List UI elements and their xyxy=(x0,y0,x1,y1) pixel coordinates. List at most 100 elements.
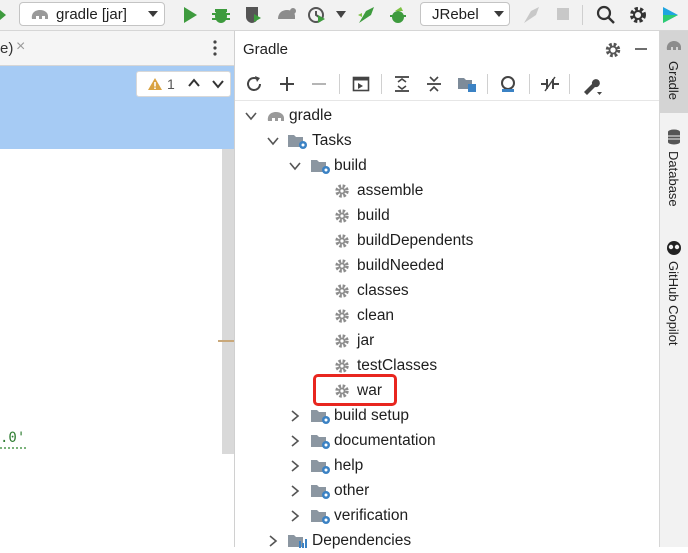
task-war[interactable]: war xyxy=(235,378,655,403)
run-configuration-dropdown[interactable]: gradle [jar] xyxy=(19,2,165,26)
editor-scrollbar[interactable] xyxy=(222,149,234,454)
debug-icon[interactable] xyxy=(211,5,231,25)
add-icon[interactable] xyxy=(278,75,296,93)
tree-node-label: other xyxy=(334,482,370,499)
run-with-profiler-icon[interactable] xyxy=(307,5,327,25)
editor-area[interactable]: e) × 1 .0' xyxy=(0,31,235,547)
analyze-dependencies-icon[interactable] xyxy=(499,75,519,93)
task-build-needed[interactable]: buildNeeded xyxy=(235,253,655,278)
remove-icon[interactable] xyxy=(310,75,328,93)
chevron-down-icon[interactable] xyxy=(211,78,225,90)
tree-node-label: help xyxy=(334,457,364,474)
gear-icon xyxy=(335,184,349,198)
gradle-elephant-icon xyxy=(31,10,48,19)
stripe-github-copilot-button[interactable]: GitHub Copilot xyxy=(660,235,688,365)
gear-icon xyxy=(335,234,349,248)
more-vertical-icon[interactable] xyxy=(212,39,218,57)
chevron-right-icon[interactable] xyxy=(290,485,300,497)
expand-all-icon[interactable] xyxy=(393,75,411,93)
chevron-right-icon[interactable] xyxy=(290,510,300,522)
stripe-gradle-button[interactable]: Gradle xyxy=(660,31,688,113)
chevron-right-icon[interactable] xyxy=(290,435,300,447)
tree-node-label: build setup xyxy=(334,407,409,424)
stop-icon[interactable] xyxy=(556,7,570,21)
folder-gear-icon xyxy=(311,460,330,474)
scrollbar-marker xyxy=(218,340,234,342)
inspection-widget[interactable]: 1 xyxy=(136,71,231,97)
gear-icon xyxy=(335,334,349,348)
toggle-offline-icon[interactable] xyxy=(540,75,560,93)
tree-node-label: Dependencies xyxy=(312,532,412,549)
toolbar-separator xyxy=(529,74,530,94)
run-icon[interactable] xyxy=(181,5,199,25)
task-label: classes xyxy=(357,282,409,299)
editor-tab-label[interactable]: e) xyxy=(0,40,13,57)
main-toolbar: gradle [jar] JRebel xyxy=(0,0,688,31)
reload-icon[interactable] xyxy=(245,75,263,93)
tree-node-documentation[interactable]: documentation xyxy=(235,428,655,453)
tree-node-build-group[interactable]: build xyxy=(235,153,655,178)
chevron-right-icon[interactable] xyxy=(290,460,300,472)
dependencies-folder-icon xyxy=(288,535,307,548)
folder-gear-icon xyxy=(311,510,330,524)
tree-node-verification[interactable]: verification xyxy=(235,503,655,528)
execute-task-icon[interactable] xyxy=(352,75,370,93)
war-task-highlight xyxy=(313,374,397,406)
toolbar-separator xyxy=(487,74,488,94)
chevron-right-icon[interactable] xyxy=(290,410,300,422)
coverage-icon[interactable] xyxy=(243,5,263,25)
gradle-header: Gradle xyxy=(235,31,659,67)
tree-node-other[interactable]: other xyxy=(235,478,655,503)
settings-gear-icon[interactable] xyxy=(628,5,648,25)
task-label: buildDependents xyxy=(357,232,474,249)
task-build-dependents[interactable]: buildDependents xyxy=(235,228,655,253)
tree-node-gradle-root[interactable]: gradle xyxy=(235,103,655,128)
minimize-icon[interactable] xyxy=(635,48,647,50)
folder-gear-icon xyxy=(288,135,307,149)
tree-node-help[interactable]: help xyxy=(235,453,655,478)
collapse-all-icon[interactable] xyxy=(425,75,443,93)
jrebel-dropdown[interactable]: JRebel xyxy=(420,2,510,26)
toolbar-separator xyxy=(381,74,382,94)
chevron-up-icon[interactable] xyxy=(187,77,201,89)
tree-node-dependencies[interactable]: Dependencies xyxy=(235,528,655,553)
search-icon[interactable] xyxy=(596,5,616,25)
close-icon[interactable]: × xyxy=(16,38,25,56)
jrebel-label: JRebel xyxy=(432,6,479,23)
warning-icon xyxy=(148,78,162,90)
gear-icon xyxy=(335,309,349,323)
stripe-database-button[interactable]: Database xyxy=(660,127,688,237)
group-modules-icon[interactable] xyxy=(457,75,477,93)
jrebel-disabled-icon[interactable] xyxy=(521,5,543,25)
task-jar[interactable]: jar xyxy=(235,328,655,353)
tree-node-label: build xyxy=(334,157,367,174)
build-tool-settings-icon[interactable] xyxy=(581,75,603,95)
gear-icon[interactable] xyxy=(604,41,622,59)
profiler-icon[interactable] xyxy=(276,5,298,25)
chevron-down-icon[interactable] xyxy=(289,161,301,171)
more-run-options-icon[interactable] xyxy=(336,11,346,19)
tree-node-tasks[interactable]: Tasks xyxy=(235,128,655,153)
chevron-down-icon[interactable] xyxy=(267,136,279,146)
tree-node-label: verification xyxy=(334,507,409,524)
tree-node-build-setup[interactable]: build setup xyxy=(235,403,655,428)
jrebel-debug-icon[interactable] xyxy=(387,5,409,25)
task-assemble[interactable]: assemble xyxy=(235,178,655,203)
chevron-down-icon xyxy=(148,11,158,17)
task-classes[interactable]: classes xyxy=(235,278,655,303)
warnings-count: 1 xyxy=(167,76,175,92)
task-test-classes[interactable]: testClasses xyxy=(235,353,655,378)
task-label: buildNeeded xyxy=(357,257,445,274)
task-clean[interactable]: clean xyxy=(235,303,655,328)
jrebel-run-icon[interactable] xyxy=(356,5,378,25)
toolbar-separator xyxy=(339,74,340,94)
build-arrow-icon[interactable] xyxy=(0,8,8,22)
gear-icon xyxy=(335,359,349,373)
folder-gear-icon xyxy=(311,435,330,449)
task-build[interactable]: build xyxy=(235,203,655,228)
task-label: jar xyxy=(357,332,375,349)
chevron-down-icon[interactable] xyxy=(245,111,257,121)
toolbox-logo-icon[interactable] xyxy=(660,5,680,25)
chevron-right-icon[interactable] xyxy=(268,535,278,547)
folder-gear-icon xyxy=(311,485,330,499)
